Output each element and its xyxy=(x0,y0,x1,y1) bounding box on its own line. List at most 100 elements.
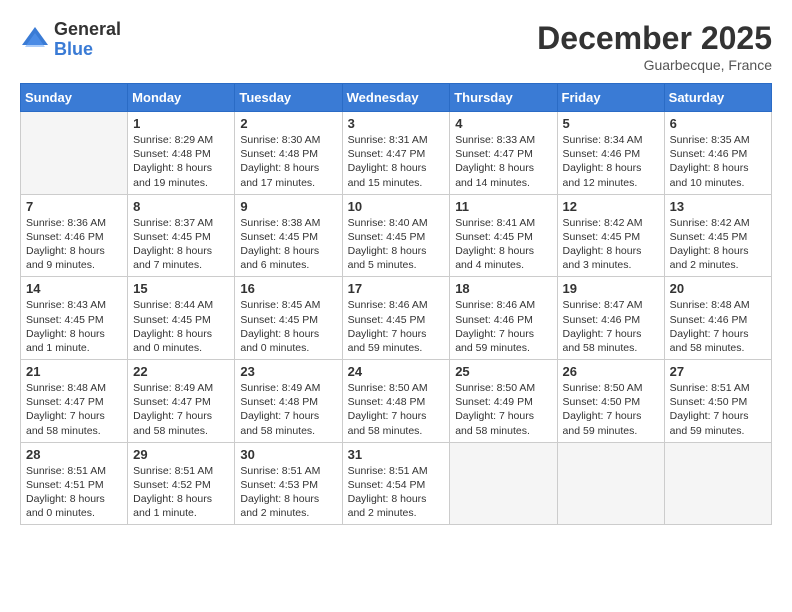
calendar-cell: 2 Sunrise: 8:30 AMSunset: 4:48 PMDaylight… xyxy=(235,112,342,195)
cell-day-number: 3 xyxy=(348,116,445,131)
cell-info: Sunrise: 8:30 AMSunset: 4:48 PMDaylight:… xyxy=(240,133,336,190)
cell-info: Sunrise: 8:43 AMSunset: 4:45 PMDaylight:… xyxy=(26,298,122,355)
logo-icon xyxy=(20,25,50,55)
cell-day-number: 20 xyxy=(670,281,766,296)
header-day-saturday: Saturday xyxy=(664,84,771,112)
cell-info: Sunrise: 8:38 AMSunset: 4:45 PMDaylight:… xyxy=(240,216,336,273)
header-day-monday: Monday xyxy=(128,84,235,112)
calendar-cell: 22 Sunrise: 8:49 AMSunset: 4:47 PMDayligh… xyxy=(128,360,235,443)
calendar-cell: 7Sunrise: 8:36 AMSunset: 4:46 PMDaylight… xyxy=(21,194,128,277)
cell-info: Sunrise: 8:41 AMSunset: 4:45 PMDaylight:… xyxy=(455,216,551,273)
calendar-cell xyxy=(450,442,557,525)
cell-day-number: 16 xyxy=(240,281,336,296)
header-day-thursday: Thursday xyxy=(450,84,557,112)
cell-day-number: 27 xyxy=(670,364,766,379)
cell-day-number: 4 xyxy=(455,116,551,131)
cell-info: Sunrise: 8:51 AMSunset: 4:53 PMDaylight:… xyxy=(240,464,336,521)
calendar-cell: 18 Sunrise: 8:46 AMSunset: 4:46 PMDayligh… xyxy=(450,277,557,360)
cell-day-number: 10 xyxy=(348,199,445,214)
logo-general: General xyxy=(54,20,121,40)
cell-info: Sunrise: 8:51 AMSunset: 4:50 PMDaylight:… xyxy=(670,381,766,438)
cell-day-number: 1 xyxy=(133,116,229,131)
calendar-cell: 9 Sunrise: 8:38 AMSunset: 4:45 PMDaylight… xyxy=(235,194,342,277)
logo: General Blue xyxy=(20,20,121,60)
cell-info: Sunrise: 8:48 AMSunset: 4:46 PMDaylight:… xyxy=(670,298,766,355)
cell-info: Sunrise: 8:49 AMSunset: 4:47 PMDaylight:… xyxy=(133,381,229,438)
calendar-cell: 3Sunrise: 8:31 AMSunset: 4:47 PMDaylight… xyxy=(342,112,450,195)
cell-info: Sunrise: 8:45 AMSunset: 4:45 PMDaylight:… xyxy=(240,298,336,355)
calendar-cell: 27 Sunrise: 8:51 AMSunset: 4:50 PMDayligh… xyxy=(664,360,771,443)
logo-blue: Blue xyxy=(54,40,121,60)
header-day-wednesday: Wednesday xyxy=(342,84,450,112)
cell-info: Sunrise: 8:29 AMSunset: 4:48 PMDaylight:… xyxy=(133,133,229,190)
cell-info: Sunrise: 8:50 AMSunset: 4:50 PMDaylight:… xyxy=(563,381,659,438)
cell-day-number: 14 xyxy=(26,281,122,296)
header-row: SundayMondayTuesdayWednesdayThursdayFrid… xyxy=(21,84,772,112)
calendar-cell: 29Sunrise: 8:51 AMSunset: 4:52 PMDayligh… xyxy=(128,442,235,525)
cell-day-number: 23 xyxy=(240,364,336,379)
cell-day-number: 19 xyxy=(563,281,659,296)
calendar-cell: 4Sunrise: 8:33 AMSunset: 4:47 PMDaylight… xyxy=(450,112,557,195)
cell-day-number: 29 xyxy=(133,447,229,462)
cell-day-number: 21 xyxy=(26,364,122,379)
calendar-cell: 16 Sunrise: 8:45 AMSunset: 4:45 PMDayligh… xyxy=(235,277,342,360)
cell-day-number: 17 xyxy=(348,281,445,296)
calendar-cell: 8Sunrise: 8:37 AMSunset: 4:45 PMDaylight… xyxy=(128,194,235,277)
calendar-cell: 26 Sunrise: 8:50 AMSunset: 4:50 PMDayligh… xyxy=(557,360,664,443)
cell-day-number: 30 xyxy=(240,447,336,462)
week-row-4: 28 Sunrise: 8:51 AMSunset: 4:51 PMDayligh… xyxy=(21,442,772,525)
cell-info: Sunrise: 8:35 AMSunset: 4:46 PMDaylight:… xyxy=(670,133,766,190)
cell-info: Sunrise: 8:42 AMSunset: 4:45 PMDaylight:… xyxy=(670,216,766,273)
cell-info: Sunrise: 8:36 AMSunset: 4:46 PMDaylight:… xyxy=(26,216,122,273)
calendar-cell: 11Sunrise: 8:41 AMSunset: 4:45 PMDayligh… xyxy=(450,194,557,277)
cell-day-number: 25 xyxy=(455,364,551,379)
calendar-header: SundayMondayTuesdayWednesdayThursdayFrid… xyxy=(21,84,772,112)
calendar-cell: 28 Sunrise: 8:51 AMSunset: 4:51 PMDayligh… xyxy=(21,442,128,525)
calendar-cell: 30 Sunrise: 8:51 AMSunset: 4:53 PMDayligh… xyxy=(235,442,342,525)
header-day-tuesday: Tuesday xyxy=(235,84,342,112)
calendar-cell: 12 Sunrise: 8:42 AMSunset: 4:45 PMDayligh… xyxy=(557,194,664,277)
cell-day-number: 2 xyxy=(240,116,336,131)
page-header: General Blue December 2025 Guarbecque, F… xyxy=(20,20,772,73)
calendar-cell: 25Sunrise: 8:50 AMSunset: 4:49 PMDayligh… xyxy=(450,360,557,443)
calendar-cell: 14 Sunrise: 8:43 AMSunset: 4:45 PMDayligh… xyxy=(21,277,128,360)
calendar-body: 1 Sunrise: 8:29 AMSunset: 4:48 PMDaylight… xyxy=(21,112,772,525)
calendar-cell: 6Sunrise: 8:35 AMSunset: 4:46 PMDaylight… xyxy=(664,112,771,195)
cell-info: Sunrise: 8:51 AMSunset: 4:54 PMDaylight:… xyxy=(348,464,445,521)
cell-info: Sunrise: 8:44 AMSunset: 4:45 PMDaylight:… xyxy=(133,298,229,355)
header-day-friday: Friday xyxy=(557,84,664,112)
cell-day-number: 22 xyxy=(133,364,229,379)
cell-info: Sunrise: 8:40 AMSunset: 4:45 PMDaylight:… xyxy=(348,216,445,273)
calendar-cell: 19 Sunrise: 8:47 AMSunset: 4:46 PMDayligh… xyxy=(557,277,664,360)
cell-day-number: 12 xyxy=(563,199,659,214)
calendar-cell: 13 Sunrise: 8:42 AMSunset: 4:45 PMDayligh… xyxy=(664,194,771,277)
cell-info: Sunrise: 8:46 AMSunset: 4:46 PMDaylight:… xyxy=(455,298,551,355)
calendar-cell xyxy=(664,442,771,525)
cell-day-number: 26 xyxy=(563,364,659,379)
cell-info: Sunrise: 8:47 AMSunset: 4:46 PMDaylight:… xyxy=(563,298,659,355)
logo-text: General Blue xyxy=(54,20,121,60)
cell-day-number: 9 xyxy=(240,199,336,214)
cell-info: Sunrise: 8:34 AMSunset: 4:46 PMDaylight:… xyxy=(563,133,659,190)
calendar-cell: 17 Sunrise: 8:46 AMSunset: 4:45 PMDayligh… xyxy=(342,277,450,360)
cell-info: Sunrise: 8:37 AMSunset: 4:45 PMDaylight:… xyxy=(133,216,229,273)
calendar-cell xyxy=(21,112,128,195)
cell-info: Sunrise: 8:51 AMSunset: 4:51 PMDaylight:… xyxy=(26,464,122,521)
cell-info: Sunrise: 8:42 AMSunset: 4:45 PMDaylight:… xyxy=(563,216,659,273)
cell-day-number: 28 xyxy=(26,447,122,462)
cell-day-number: 15 xyxy=(133,281,229,296)
cell-day-number: 31 xyxy=(348,447,445,462)
cell-info: Sunrise: 8:46 AMSunset: 4:45 PMDaylight:… xyxy=(348,298,445,355)
calendar-cell: 31 Sunrise: 8:51 AMSunset: 4:54 PMDayligh… xyxy=(342,442,450,525)
calendar-table: SundayMondayTuesdayWednesdayThursdayFrid… xyxy=(20,83,772,525)
calendar-cell: 20 Sunrise: 8:48 AMSunset: 4:46 PMDayligh… xyxy=(664,277,771,360)
title-block: December 2025 Guarbecque, France xyxy=(537,20,772,73)
calendar-cell: 23Sunrise: 8:49 AMSunset: 4:48 PMDayligh… xyxy=(235,360,342,443)
cell-day-number: 18 xyxy=(455,281,551,296)
calendar-cell xyxy=(557,442,664,525)
calendar-cell: 15 Sunrise: 8:44 AMSunset: 4:45 PMDayligh… xyxy=(128,277,235,360)
cell-day-number: 13 xyxy=(670,199,766,214)
cell-info: Sunrise: 8:48 AMSunset: 4:47 PMDaylight:… xyxy=(26,381,122,438)
month-title: December 2025 xyxy=(537,20,772,57)
location: Guarbecque, France xyxy=(537,57,772,73)
